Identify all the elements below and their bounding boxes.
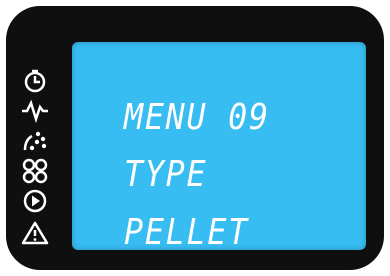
heater-icon [20, 98, 50, 124]
clock-icon [20, 68, 50, 94]
status-icon-column [20, 68, 50, 254]
pellet-feed-icon [20, 128, 50, 154]
menu-number-text: MENU 09 [124, 97, 270, 138]
fan-icon [20, 158, 50, 184]
display-bezel: MENU 09 TYPE PELLET [6, 6, 384, 270]
alarm-icon [20, 220, 50, 246]
menu-value-text: PELLET [124, 212, 250, 253]
menu-title-text: TYPE [124, 154, 208, 195]
lcd-screen: MENU 09 TYPE PELLET [72, 42, 366, 253]
play-icon [20, 188, 50, 214]
